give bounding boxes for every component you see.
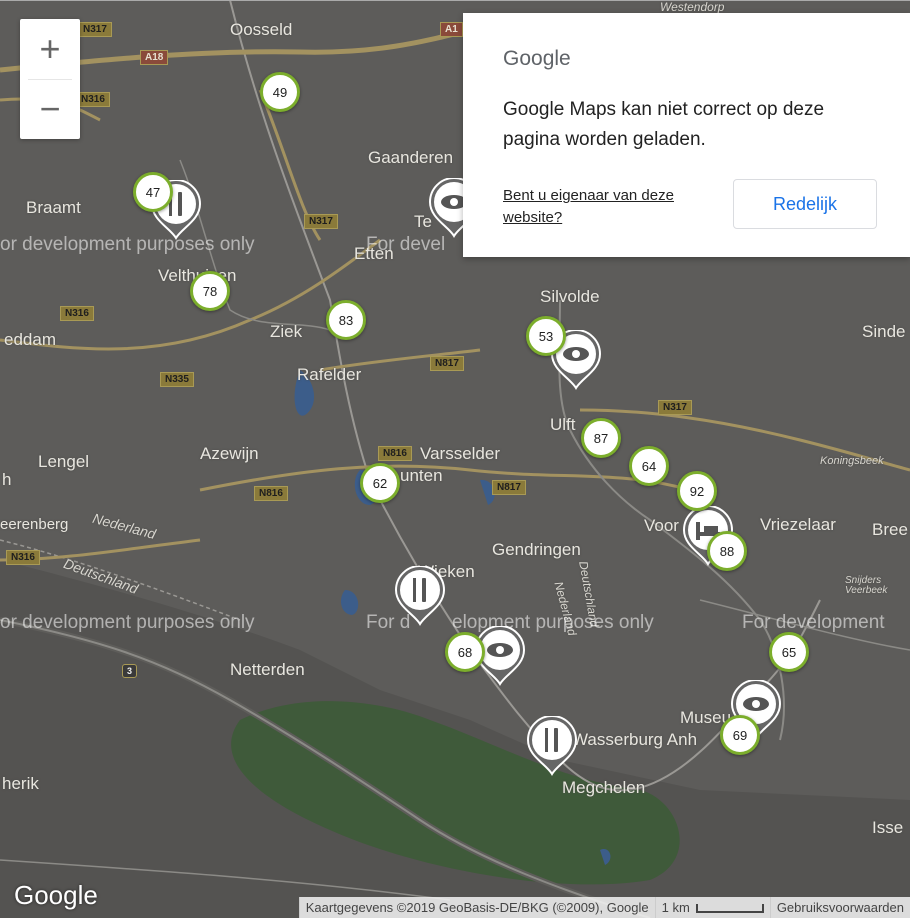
road-shield: 3	[122, 664, 138, 678]
cluster-marker[interactable]: 69	[720, 715, 760, 755]
place-label: Rafelder	[297, 365, 362, 384]
cluster-marker[interactable]: 92	[677, 471, 717, 511]
cluster-marker[interactable]: 65	[769, 632, 809, 672]
place-label: Oosseld	[230, 20, 293, 39]
place-label: Wasserburg Anh	[572, 730, 698, 749]
terms-link[interactable]: Gebruiksvoorwaarden	[769, 897, 910, 918]
place-label: Gendringen	[492, 540, 581, 559]
place-label: Azewijn	[200, 444, 259, 463]
cluster-marker[interactable]: 49	[260, 72, 300, 112]
place-label: Netterden	[230, 660, 305, 679]
place-label: Snijders Veerbeek	[845, 575, 888, 596]
restaurant-icon	[394, 565, 446, 626]
place-label: Westendorp	[660, 0, 725, 14]
dev-watermark: or development purposes only	[0, 234, 255, 255]
road-shield: N816	[378, 446, 412, 461]
road-shield: A1	[440, 22, 463, 37]
place-label: herik	[2, 774, 39, 793]
road-shield: N317	[658, 400, 692, 415]
place-label: h	[2, 470, 12, 489]
road-shield: N817	[430, 356, 464, 371]
place-label: Bree	[872, 520, 908, 539]
road-shield: N335	[160, 372, 194, 387]
cluster-marker[interactable]: 83	[326, 300, 366, 340]
cluster-marker[interactable]: 87	[581, 418, 621, 458]
cluster-marker[interactable]: 68	[445, 632, 485, 672]
road-shield: N316	[76, 92, 110, 107]
restaurant-icon	[526, 715, 578, 776]
scale-bar	[695, 904, 764, 914]
place-label: Silvolde	[540, 287, 600, 306]
dev-watermark: For development	[742, 612, 885, 633]
place-label: Vriezelaar	[760, 515, 836, 534]
place-label: Ulft	[550, 415, 576, 434]
road-shield: N817	[492, 480, 526, 495]
attribution-text: Kaartgegevens ©2019 GeoBasis-DE/BKG (©20…	[298, 897, 655, 918]
place-label: Isse	[872, 818, 904, 837]
place-label: eerenberg	[0, 516, 69, 533]
cluster-marker[interactable]: 64	[629, 446, 669, 486]
place-label: Varsselder	[420, 444, 500, 463]
map-footer: Kaartgegevens ©2019 GeoBasis-DE/BKG (©20…	[298, 897, 910, 918]
place-label: Megchelen	[562, 778, 646, 797]
zoom-out-button[interactable]: −	[20, 79, 80, 139]
road-shield: N317	[304, 214, 338, 229]
cluster-marker[interactable]: 88	[707, 531, 747, 571]
place-label: Gaanderen	[368, 148, 454, 167]
error-message: Google Maps kan niet correct op deze pag…	[503, 99, 825, 150]
road-shield: N317	[78, 22, 112, 37]
scale-label: 1 km	[661, 900, 690, 915]
scale-control[interactable]: 1 km	[654, 897, 770, 918]
map-canvas[interactable]: Oosseld Gaanderen Braamt Etten Te Velthu…	[0, 0, 910, 918]
zoom-divider	[28, 79, 72, 80]
restaurant-pin[interactable]	[526, 715, 578, 776]
road-shield: N316	[6, 550, 40, 565]
place-label: Lengel	[38, 452, 90, 471]
place-label: Koningsbeek	[820, 455, 884, 467]
place-label: Sinde	[862, 322, 906, 341]
road-shield: N816	[254, 486, 288, 501]
road-shield: N316	[60, 306, 94, 321]
dev-watermark: or development purposes only	[0, 612, 255, 633]
zoom-in-button[interactable]: +	[20, 19, 80, 79]
cluster-marker[interactable]: 78	[190, 271, 230, 311]
google-logo: Google	[14, 880, 98, 910]
place-label: Voor	[644, 516, 679, 535]
cluster-marker[interactable]: 47	[133, 172, 173, 212]
ok-button[interactable]: Redelijk	[733, 179, 877, 229]
place-label: Braamt	[26, 198, 81, 217]
place-label: unten	[400, 466, 443, 485]
zoom-controls: + −	[20, 19, 80, 139]
cluster-marker[interactable]: 62	[360, 463, 400, 503]
maps-error-dialog: Google Google Maps kan niet correct op d…	[463, 13, 910, 257]
road-shield: A18	[140, 50, 169, 65]
place-label: Ziek	[270, 322, 303, 341]
cluster-marker[interactable]: 53	[526, 316, 566, 356]
google-dialog-logo: Google	[503, 47, 571, 70]
restaurant-pin[interactable]	[394, 565, 446, 626]
place-label: eddam	[4, 330, 56, 349]
owner-link[interactable]: Bent u eigenaar van deze website?	[503, 185, 717, 229]
